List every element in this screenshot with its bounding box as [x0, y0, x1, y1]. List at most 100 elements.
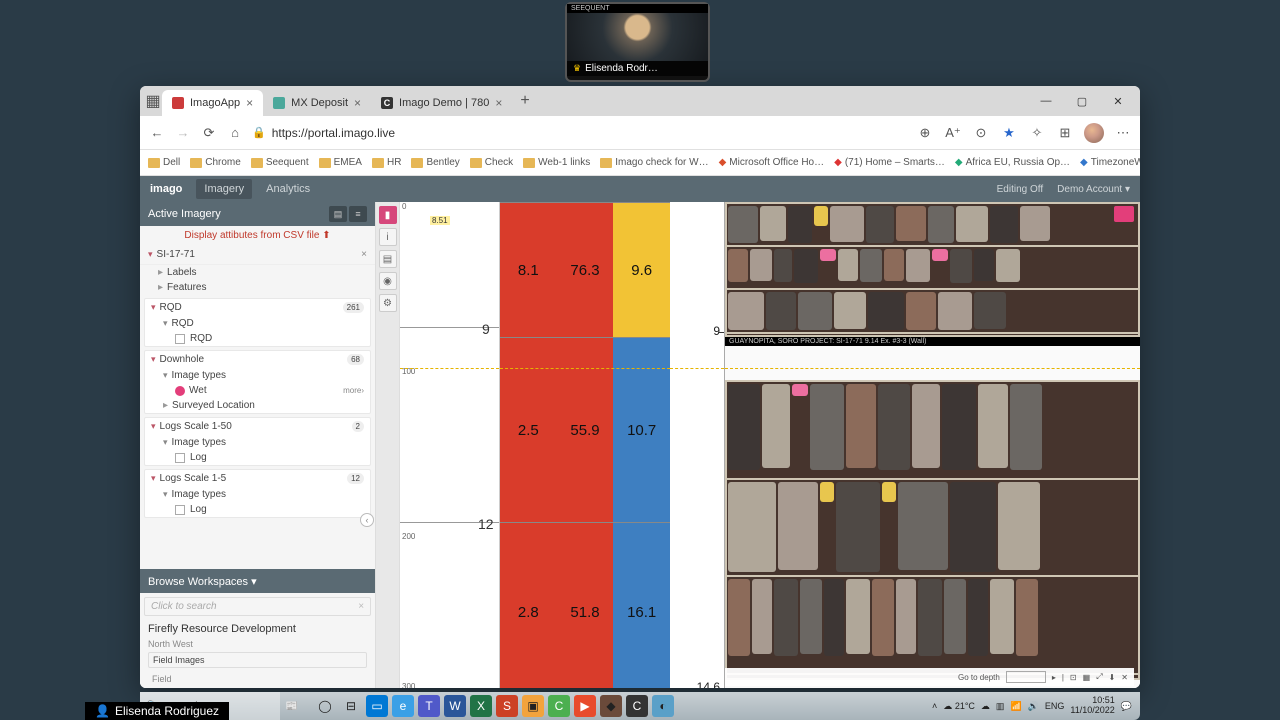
bookmark-item[interactable]: Chrome — [190, 157, 241, 168]
download-icon[interactable]: ⬇ — [1109, 673, 1116, 682]
clock[interactable]: 10:51 11/10/2022 — [1070, 696, 1114, 716]
info-icon[interactable]: i — [379, 228, 397, 246]
close-icon[interactable]: × — [246, 96, 253, 110]
task-view-icon[interactable]: ◯ — [314, 695, 336, 717]
checkbox[interactable] — [175, 505, 185, 515]
depth-ruler[interactable]: 0 8.51 100 200 300 9 12 — [400, 202, 500, 688]
more-link[interactable]: more› — [343, 386, 364, 395]
account-menu[interactable]: Demo Account ▾ — [1057, 184, 1130, 195]
bookmark-item[interactable]: Imago check for W… — [600, 157, 708, 168]
nav-analytics[interactable]: Analytics — [266, 183, 310, 195]
notifications-icon[interactable]: 💬 — [1121, 701, 1132, 712]
bookmark-item[interactable]: EMEA — [319, 157, 362, 168]
language-indicator[interactable]: ENG — [1045, 701, 1065, 711]
csv-link[interactable]: Display attibutes from CSV file ⬆ — [140, 226, 375, 245]
favicon-icon — [273, 97, 285, 109]
core-box-image[interactable] — [725, 202, 1140, 337]
refresh-button[interactable]: ⟳ — [200, 124, 218, 142]
workspace-title[interactable]: Firefly Resource Development — [140, 620, 375, 638]
list-icon[interactable]: ≡ — [349, 206, 367, 222]
minimize-button[interactable]: — — [1028, 95, 1064, 108]
section-logs50: ▾Logs Scale 1-502 ▾Image types Log — [144, 417, 371, 466]
battery-icon[interactable]: ▥ — [996, 701, 1005, 712]
layers-icon[interactable]: ▤ — [379, 250, 397, 268]
favorite-icon[interactable]: ★ — [1000, 124, 1018, 142]
close-icon[interactable]: × — [361, 249, 367, 260]
app-icon[interactable]: C — [626, 695, 648, 717]
bookmark-item[interactable]: HR — [372, 157, 401, 168]
tray-chevron-icon[interactable]: ˄ — [932, 701, 937, 711]
nav-imagery[interactable]: Imagery — [196, 179, 252, 199]
bookmark-item[interactable]: ◆Microsoft Office Ho… — [719, 157, 825, 168]
app-icon[interactable]: ◆ — [600, 695, 622, 717]
tab-mxdeposit[interactable]: MX Deposit × — [263, 90, 371, 116]
editing-toggle[interactable]: Editing Off — [997, 184, 1044, 195]
app-icon[interactable]: ◐ — [652, 695, 674, 717]
sidebar-header: Active Imagery ▤ ≡ — [140, 202, 375, 226]
browse-workspaces-header[interactable]: Browse Workspaces ▾ — [140, 569, 375, 593]
checkbox[interactable] — [175, 334, 185, 344]
close-icon[interactable]: × — [495, 96, 502, 110]
url-field[interactable]: 🔒 https://portal.imago.live — [252, 126, 908, 140]
save-icon[interactable]: ▤ — [329, 206, 347, 222]
tab-imagodemo[interactable]: C Imago Demo | 780 × — [371, 90, 512, 116]
close-button[interactable]: ✕ — [1100, 95, 1136, 108]
marker-icon[interactable]: ◉ — [379, 272, 397, 290]
read-aloud-icon[interactable]: A⁺ — [944, 124, 962, 142]
imagery-action-button[interactable] — [1114, 206, 1134, 222]
grid-icon[interactable]: ▦ — [1083, 673, 1091, 682]
bookmark-item[interactable]: Check — [470, 157, 513, 168]
menu-icon[interactable]: ⋯ — [1114, 124, 1132, 142]
close-panel-icon[interactable]: ✕ — [1121, 673, 1128, 682]
onedrive-icon[interactable]: ☁ — [981, 701, 990, 712]
weather-widget[interactable]: ☁ 21°C — [943, 701, 975, 712]
bookmark-item[interactable]: ◆TimezoneWizard — [1080, 157, 1140, 168]
core-box-image[interactable] — [725, 380, 1140, 680]
app-icon[interactable]: C — [548, 695, 570, 717]
collapse-knob[interactable]: ‹ — [360, 513, 374, 527]
news-widget[interactable]: 📰 — [280, 701, 304, 712]
collections-icon[interactable]: ✧ — [1028, 124, 1046, 142]
app-icon[interactable]: ▶ — [574, 695, 596, 717]
new-tab-button[interactable]: + — [512, 92, 537, 110]
zoom-fit-icon[interactable]: ⊡ — [1070, 673, 1077, 682]
bookmark-item[interactable]: Dell — [148, 157, 180, 168]
bookmark-item[interactable]: Bentley — [411, 157, 459, 168]
gear-icon[interactable]: ⚙ — [379, 294, 397, 312]
go-to-depth-input[interactable] — [1006, 671, 1046, 683]
go-button[interactable]: ▸ — [1052, 673, 1056, 682]
home-button[interactable]: ⌂ — [226, 124, 244, 142]
extensions-icon[interactable]: ⊞ — [1056, 124, 1074, 142]
app-icon[interactable]: S — [496, 695, 518, 717]
tab-imagoapp[interactable]: ImagoApp × — [162, 90, 263, 116]
explorer-icon[interactable]: ▭ — [366, 695, 388, 717]
bookmark-item[interactable]: ◆(71) Home – Smarts… — [834, 157, 945, 168]
edge-icon[interactable]: e — [392, 695, 414, 717]
excel-icon[interactable]: X — [470, 695, 492, 717]
workspace-search[interactable]: Click to search× — [144, 597, 371, 616]
bookmark-item[interactable]: Web-1 links — [523, 157, 590, 168]
workspace-field-images[interactable]: Field Images — [148, 652, 367, 668]
bookmark-item[interactable]: Seequent — [251, 157, 309, 168]
tab-actions-icon[interactable]: ▦ — [144, 91, 162, 111]
app-icon[interactable]: ▣ — [522, 695, 544, 717]
word-icon[interactable]: W — [444, 695, 466, 717]
expand-icon[interactable]: ⤢ — [1096, 672, 1102, 682]
profile-avatar[interactable] — [1084, 123, 1104, 143]
cortana-icon[interactable]: ⊟ — [340, 695, 362, 717]
core-imagery-panel[interactable]: GUAYNOPITA, SORO PROJECT: SI-17-71 9.14 … — [725, 202, 1140, 688]
checkbox[interactable] — [175, 453, 185, 463]
view-mode-primary[interactable]: ▮ — [379, 206, 397, 224]
drillhole-row[interactable]: ▾ SI-17-71 × — [140, 245, 375, 265]
back-button[interactable]: ← — [148, 124, 166, 142]
volume-icon[interactable]: 🔊 — [1028, 701, 1039, 712]
teams-icon[interactable]: T — [418, 695, 440, 717]
app-logo[interactable]: imago — [150, 183, 182, 195]
bookmark-item[interactable]: ◆Africa EU, Russia Op… — [955, 157, 1070, 168]
zoom-icon[interactable]: ⊕ — [916, 124, 934, 142]
maximize-button[interactable]: ▢ — [1064, 95, 1100, 108]
wifi-icon[interactable]: 📶 — [1010, 701, 1021, 712]
close-icon[interactable]: × — [354, 96, 361, 110]
forward-button[interactable]: → — [174, 124, 192, 142]
search-in-page-icon[interactable]: ⊙ — [972, 124, 990, 142]
